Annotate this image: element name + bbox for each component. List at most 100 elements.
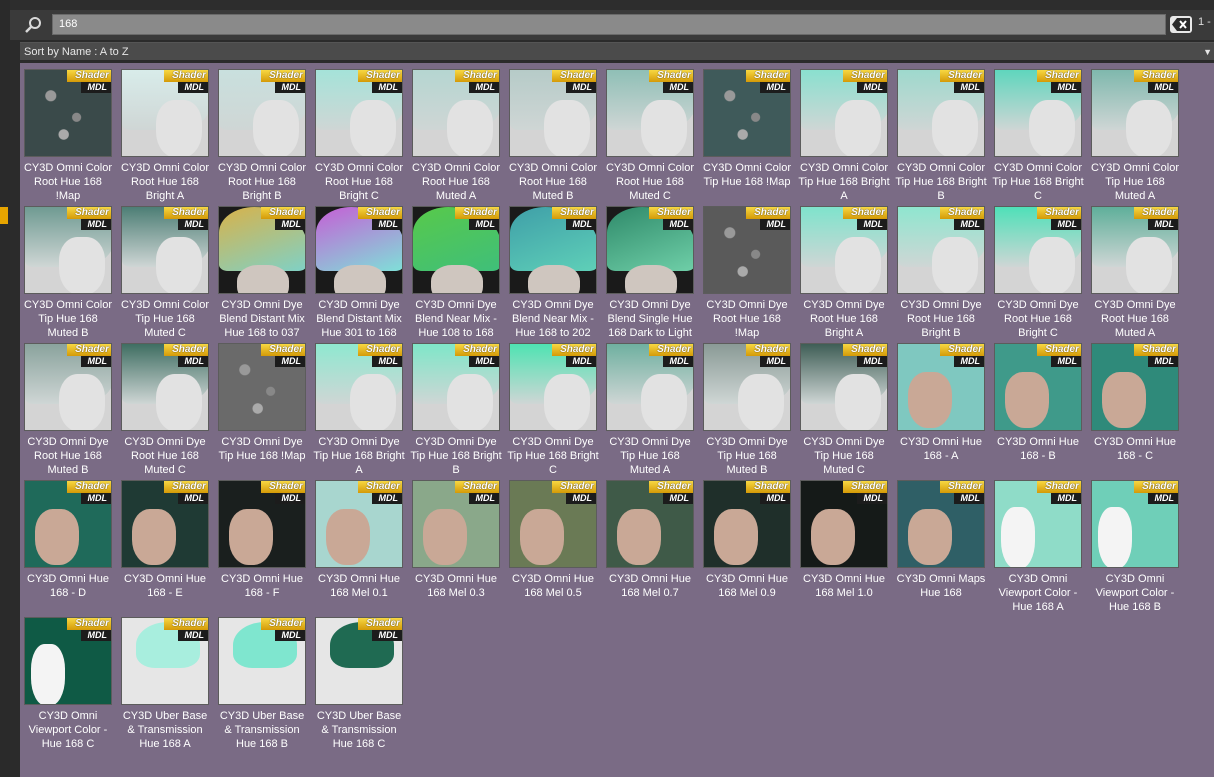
asset-label: CY3D Omni Hue 168 - C	[1094, 436, 1176, 462]
asset-thumbnail: Shader MDL	[121, 480, 209, 568]
badge-shader-text: Shader	[1037, 207, 1081, 219]
asset-label: CY3D Omni Hue 168 - D	[27, 573, 109, 599]
asset-tile[interactable]: Shader MDL CY3D Omni Color Tip Hue 168 Bri…	[992, 65, 1084, 202]
asset-tile[interactable]: Shader MDL CY3D Omni Viewport Color - Hue …	[22, 613, 114, 750]
asset-tile[interactable]: Shader MDL CY3D Omni Color Tip Hue 168 Mut…	[1089, 65, 1181, 202]
asset-tile[interactable]: Shader MDL CY3D Omni Dye Root Hue 168 Brig…	[992, 202, 1084, 339]
asset-label: CY3D Omni Hue 168 - A	[900, 436, 982, 462]
asset-tile[interactable]: Shader MDL CY3D Omni Dye Tip Hue 168 Brigh…	[313, 339, 405, 476]
asset-label: CY3D Omni Hue 168 Mel 0.7	[609, 573, 691, 599]
asset-tile[interactable]: Shader MDL CY3D Omni Hue 168 Mel 0.7	[604, 476, 696, 608]
asset-tile[interactable]: Shader MDL CY3D Omni Hue 168 - B	[992, 339, 1084, 471]
asset-tile[interactable]: Shader MDL CY3D Omni Color Root Hue 168 Mu…	[507, 65, 599, 202]
asset-label: CY3D Omni Color Tip Hue 168 Bright B	[895, 162, 987, 202]
asset-thumbnail: Shader MDL	[994, 206, 1082, 294]
asset-tile[interactable]: Shader MDL CY3D Omni Dye Tip Hue 168 Brigh…	[410, 339, 502, 476]
asset-tile[interactable]: Shader MDL CY3D Omni Color Root Hue 168 Br…	[119, 65, 211, 202]
asset-tile[interactable]: Shader MDL CY3D Omni Hue 168 Mel 0.1	[313, 476, 405, 608]
asset-tile[interactable]: Shader MDL CY3D Uber Base & Transmission H…	[216, 613, 308, 750]
shader-mdl-badge: Shader MDL	[647, 207, 693, 231]
asset-thumbnail: Shader MDL	[509, 206, 597, 294]
asset-tile[interactable]: Shader MDL CY3D Omni Hue 168 - A	[895, 339, 987, 471]
shader-mdl-badge: Shader MDL	[65, 207, 111, 231]
asset-tile[interactable]: Shader MDL CY3D Omni Color Tip Hue 168 Bri…	[895, 65, 987, 202]
search-icon[interactable]	[24, 16, 42, 34]
shader-mdl-badge: Shader MDL	[550, 70, 596, 94]
badge-shader-text: Shader	[358, 344, 402, 356]
asset-tile[interactable]: Shader MDL CY3D Omni Dye Blend Distant Mix…	[313, 202, 405, 339]
asset-tile[interactable]: Shader MDL CY3D Omni Dye Tip Hue 168 Brigh…	[507, 339, 599, 476]
asset-tile[interactable]: Shader MDL CY3D Omni Color Tip Hue 168 Mut…	[22, 202, 114, 339]
clear-search-button[interactable]	[1170, 16, 1192, 33]
asset-label: CY3D Omni Dye Root Hue 168 Muted A	[1094, 299, 1176, 339]
asset-tile[interactable]: Shader MDL CY3D Omni Hue 168 Mel 0.9	[701, 476, 793, 608]
badge-shader-text: Shader	[455, 481, 499, 493]
asset-tile[interactable]: Shader MDL CY3D Omni Dye Root Hue 168 Brig…	[798, 202, 890, 339]
asset-tile[interactable]: Shader MDL CY3D Omni Hue 168 Mel 1.0	[798, 476, 890, 608]
asset-tile[interactable]: Shader MDL CY3D Omni Dye Root Hue 168 Mute…	[1089, 202, 1181, 339]
badge-mdl-text: MDL	[178, 219, 208, 230]
asset-tile[interactable]: Shader MDL CY3D Omni Color Tip Hue 168 Bri…	[798, 65, 890, 202]
asset-label: CY3D Omni Viewport Color - Hue 168 C	[28, 710, 108, 750]
sort-dropdown[interactable]: Sort by Name : A to Z ▼	[20, 42, 1214, 61]
badge-shader-text: Shader	[552, 344, 596, 356]
asset-tile[interactable]: Shader MDL CY3D Omni Dye Root Hue 168 Brig…	[895, 202, 987, 339]
badge-shader-text: Shader	[940, 344, 984, 356]
shader-mdl-badge: Shader MDL	[744, 207, 790, 231]
asset-tile[interactable]: Shader MDL CY3D Omni Dye Root Hue 168 Mute…	[22, 339, 114, 476]
asset-tile[interactable]: Shader MDL CY3D Omni Dye Tip Hue 168 !Map	[216, 339, 308, 471]
asset-thumbnail: Shader MDL	[800, 480, 888, 568]
asset-tile[interactable]: Shader MDL CY3D Omni Color Root Hue 168 Mu…	[604, 65, 696, 202]
asset-tile[interactable]: Shader MDL CY3D Omni Hue 168 Mel 0.3	[410, 476, 502, 608]
badge-mdl-text: MDL	[1148, 356, 1178, 367]
asset-tile[interactable]: Shader MDL CY3D Omni Dye Tip Hue 168 Muted…	[604, 339, 696, 476]
asset-tile[interactable]: Shader MDL CY3D Omni Dye Root Hue 168 !Map	[701, 202, 793, 339]
shader-mdl-badge: Shader MDL	[550, 481, 596, 505]
asset-tile[interactable]: Shader MDL CY3D Omni Maps Hue 168	[895, 476, 987, 608]
asset-tile[interactable]: Shader MDL CY3D Omni Dye Blend Near Mix - …	[410, 202, 502, 339]
asset-label: CY3D Omni Dye Tip Hue 168 Bright C	[507, 436, 599, 476]
asset-tile[interactable]: Shader MDL CY3D Omni Dye Blend Distant Mix…	[216, 202, 308, 339]
asset-thumbnail: Shader MDL	[897, 480, 985, 568]
asset-tile[interactable]: Shader MDL CY3D Omni Color Tip Hue 168 Mut…	[119, 202, 211, 339]
shader-mdl-badge: Shader MDL	[162, 344, 208, 368]
asset-tile[interactable]: Shader MDL CY3D Omni Hue 168 - E	[119, 476, 211, 608]
asset-thumbnail: Shader MDL	[606, 480, 694, 568]
asset-tile[interactable]: Shader MDL CY3D Omni Dye Tip Hue 168 Muted…	[701, 339, 793, 476]
badge-mdl-text: MDL	[275, 219, 305, 230]
asset-tile[interactable]: Shader MDL CY3D Omni Color Root Hue 168 !M…	[22, 65, 114, 202]
shader-mdl-badge: Shader MDL	[647, 70, 693, 94]
asset-tile[interactable]: Shader MDL CY3D Omni Color Root Hue 168 Br…	[313, 65, 405, 202]
asset-tile[interactable]: Shader MDL CY3D Omni Dye Root Hue 168 Mute…	[119, 339, 211, 476]
asset-tile[interactable]: Shader MDL CY3D Omni Hue 168 - C	[1089, 339, 1181, 471]
asset-tile[interactable]: Shader MDL CY3D Omni Hue 168 Mel 0.5	[507, 476, 599, 608]
asset-tile[interactable]: Shader MDL CY3D Omni Hue 168 - D	[22, 476, 114, 608]
asset-label: CY3D Uber Base & Transmission Hue 168 A	[122, 710, 208, 750]
asset-tile[interactable]: Shader MDL CY3D Omni Color Root Hue 168 Br…	[216, 65, 308, 202]
badge-shader-text: Shader	[1037, 344, 1081, 356]
badge-shader-text: Shader	[746, 207, 790, 219]
search-input[interactable]: 168	[52, 14, 1166, 35]
asset-tile[interactable]: Shader MDL CY3D Omni Dye Blend Single Hue …	[604, 202, 696, 339]
asset-tile[interactable]: Shader MDL CY3D Omni Dye Blend Near Mix - …	[507, 202, 599, 339]
shader-mdl-badge: Shader MDL	[744, 70, 790, 94]
asset-tile[interactable]: Shader MDL CY3D Uber Base & Transmission H…	[313, 613, 405, 750]
badge-shader-text: Shader	[1134, 207, 1178, 219]
asset-tile[interactable]: Shader MDL CY3D Omni Hue 168 - F	[216, 476, 308, 608]
asset-tile[interactable]: Shader MDL CY3D Omni Viewport Color - Hue …	[1089, 476, 1181, 613]
asset-label: CY3D Omni Dye Root Hue 168 Muted C	[124, 436, 206, 476]
badge-mdl-text: MDL	[81, 630, 111, 641]
badge-mdl-text: MDL	[178, 82, 208, 93]
asset-tile[interactable]: Shader MDL CY3D Omni Color Root Hue 168 Mu…	[410, 65, 502, 202]
asset-thumbnail: Shader MDL	[218, 69, 306, 157]
badge-mdl-text: MDL	[372, 630, 402, 641]
asset-tile[interactable]: Shader MDL CY3D Omni Color Tip Hue 168 !Ma…	[701, 65, 793, 197]
asset-tile[interactable]: Shader MDL CY3D Omni Viewport Color - Hue …	[992, 476, 1084, 613]
asset-tile[interactable]: Shader MDL CY3D Omni Dye Tip Hue 168 Muted…	[798, 339, 890, 476]
asset-thumbnail: Shader MDL	[1091, 343, 1179, 431]
badge-mdl-text: MDL	[469, 356, 499, 367]
shader-mdl-badge: Shader MDL	[356, 344, 402, 368]
asset-tile[interactable]: Shader MDL CY3D Uber Base & Transmission H…	[119, 613, 211, 750]
badge-mdl-text: MDL	[1051, 82, 1081, 93]
badge-mdl-text: MDL	[1148, 82, 1178, 93]
